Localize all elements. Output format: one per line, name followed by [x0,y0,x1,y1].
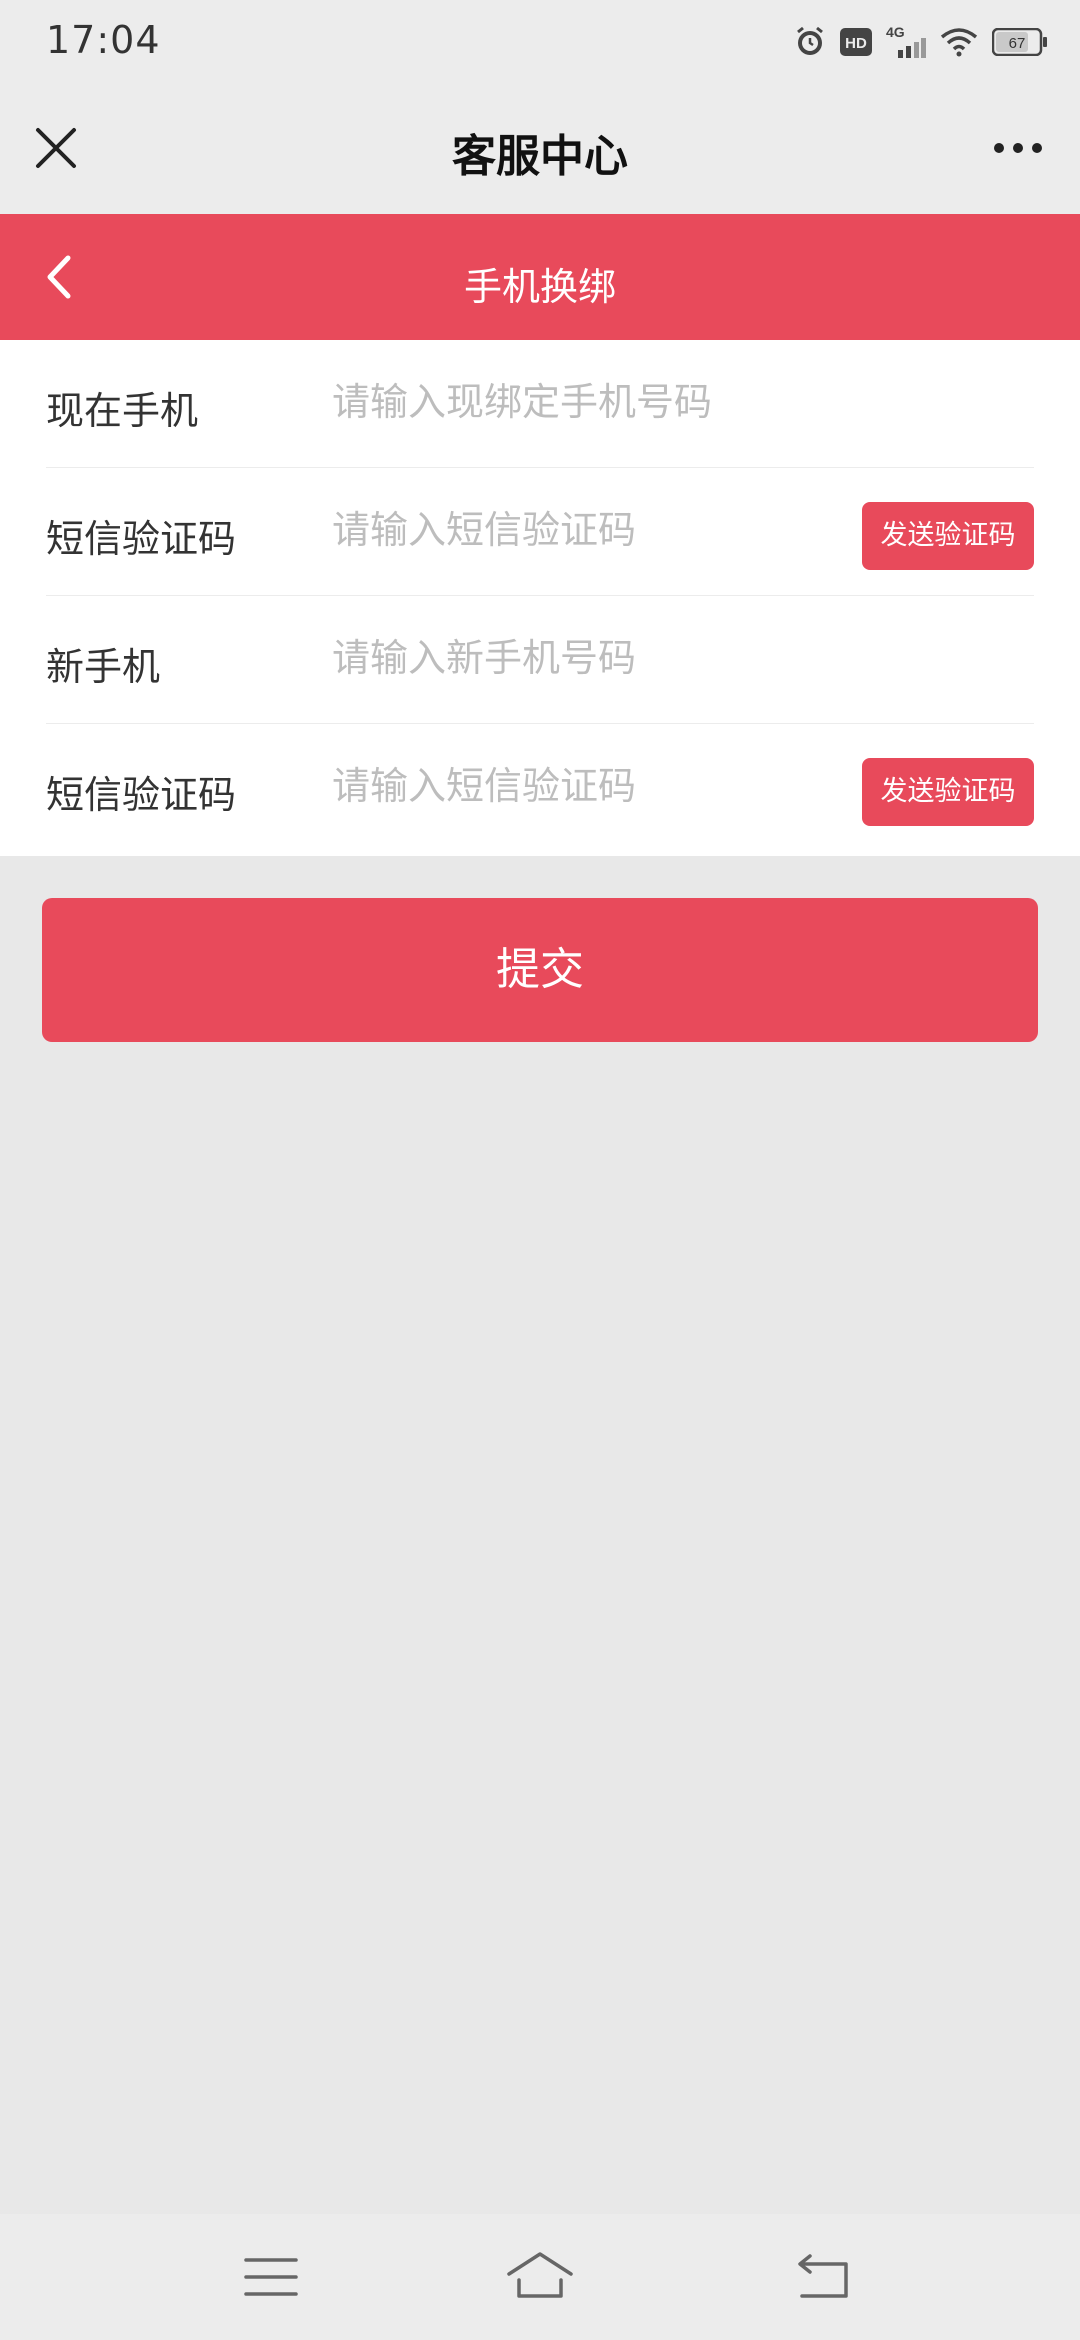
back-icon[interactable] [788,2244,858,2310]
status-bar: 17:04 HD 4G 67 [0,0,1080,84]
status-icons: HD 4G 67 [794,20,1048,64]
send-old-code-button[interactable]: 发送验证码 [862,502,1034,570]
current-phone-row: 现在手机 [46,340,1034,468]
new-phone-label: 新手机 [46,645,161,689]
page-title: 手机换绑 [463,265,616,309]
wifi-icon [940,27,978,57]
current-phone-input[interactable] [332,370,832,434]
system-nav-bar [0,2214,1080,2340]
more-icon[interactable] [990,128,1046,168]
svg-text:4G: 4G [886,24,905,40]
new-sms-code-label: 短信验证码 [46,773,237,817]
svg-text:67: 67 [1009,35,1026,52]
current-phone-label: 现在手机 [46,389,199,433]
page-header: 手机换绑 [0,214,1080,340]
top-nav-bar: 客服中心 [0,84,1080,214]
old-sms-code-label: 短信验证码 [46,517,237,561]
submit-button[interactable]: 提交 [42,898,1038,1042]
old-sms-code-row: 短信验证码 发送验证码 [46,468,1034,596]
menu-icon[interactable] [236,2244,306,2310]
new-sms-code-input[interactable] [332,754,832,818]
phone-rebind-page: 17:04 HD 4G 67 客服中心 手机换绑 现在手机 请输入现绑定手机号码… [0,0,1080,2340]
old-sms-code-input[interactable] [332,498,832,562]
rebind-form: 现在手机 短信验证码 发送验证码 新手机 短信验证码 发送验证码 [0,340,1080,856]
new-sms-code-row: 短信验证码 发送验证码 [46,724,1034,852]
svg-text:HD: HD [845,35,867,52]
new-phone-input[interactable] [332,626,832,690]
nav-title: 客服中心 [452,131,628,182]
hd-icon: HD [840,28,872,56]
status-time: 17:04 [46,18,161,62]
send-new-code-button[interactable]: 发送验证码 [862,758,1034,826]
home-icon[interactable] [505,2244,575,2310]
signal-icon: 4G [886,24,926,60]
alarm-icon [794,26,826,58]
new-phone-row: 新手机 [46,596,1034,724]
battery-icon: 67 [992,28,1048,56]
